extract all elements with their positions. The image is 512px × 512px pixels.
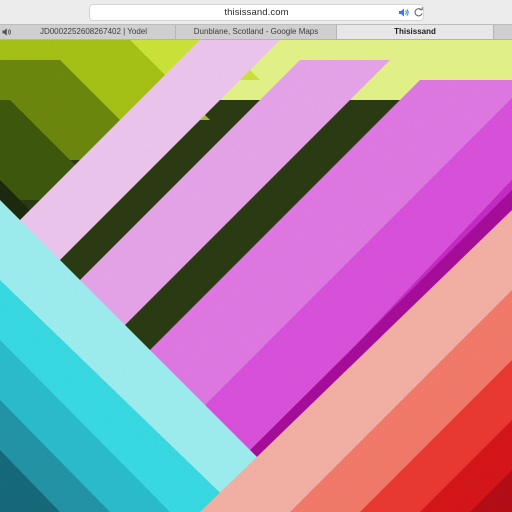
tab-label: Thisissand: [394, 27, 436, 36]
sand-artwork-canvas[interactable]: [0, 40, 512, 512]
tab-thisissand[interactable]: Thisissand: [337, 25, 494, 39]
tab-label: Dunblane, Scotland - Google Maps: [193, 27, 319, 36]
address-url[interactable]: thisissand.com: [90, 5, 423, 20]
tab-google-maps[interactable]: Dunblane, Scotland - Google Maps: [176, 25, 337, 39]
tab-bar: JD0002252608267402 | Yodel Dunblane, Sco…: [0, 24, 512, 40]
audio-playing-icon[interactable]: [398, 7, 410, 18]
tab-audio-icon[interactable]: [2, 27, 12, 37]
new-tab-area[interactable]: [494, 25, 512, 39]
reload-icon[interactable]: [413, 7, 424, 18]
tab-yodel[interactable]: JD0002252608267402 | Yodel: [0, 25, 176, 39]
address-bar[interactable]: thisissand.com: [89, 4, 424, 21]
browser-toolbar: thisissand.com: [0, 0, 512, 24]
tab-label: JD0002252608267402 | Yodel: [39, 27, 148, 36]
sand-artwork[interactable]: [0, 40, 512, 512]
